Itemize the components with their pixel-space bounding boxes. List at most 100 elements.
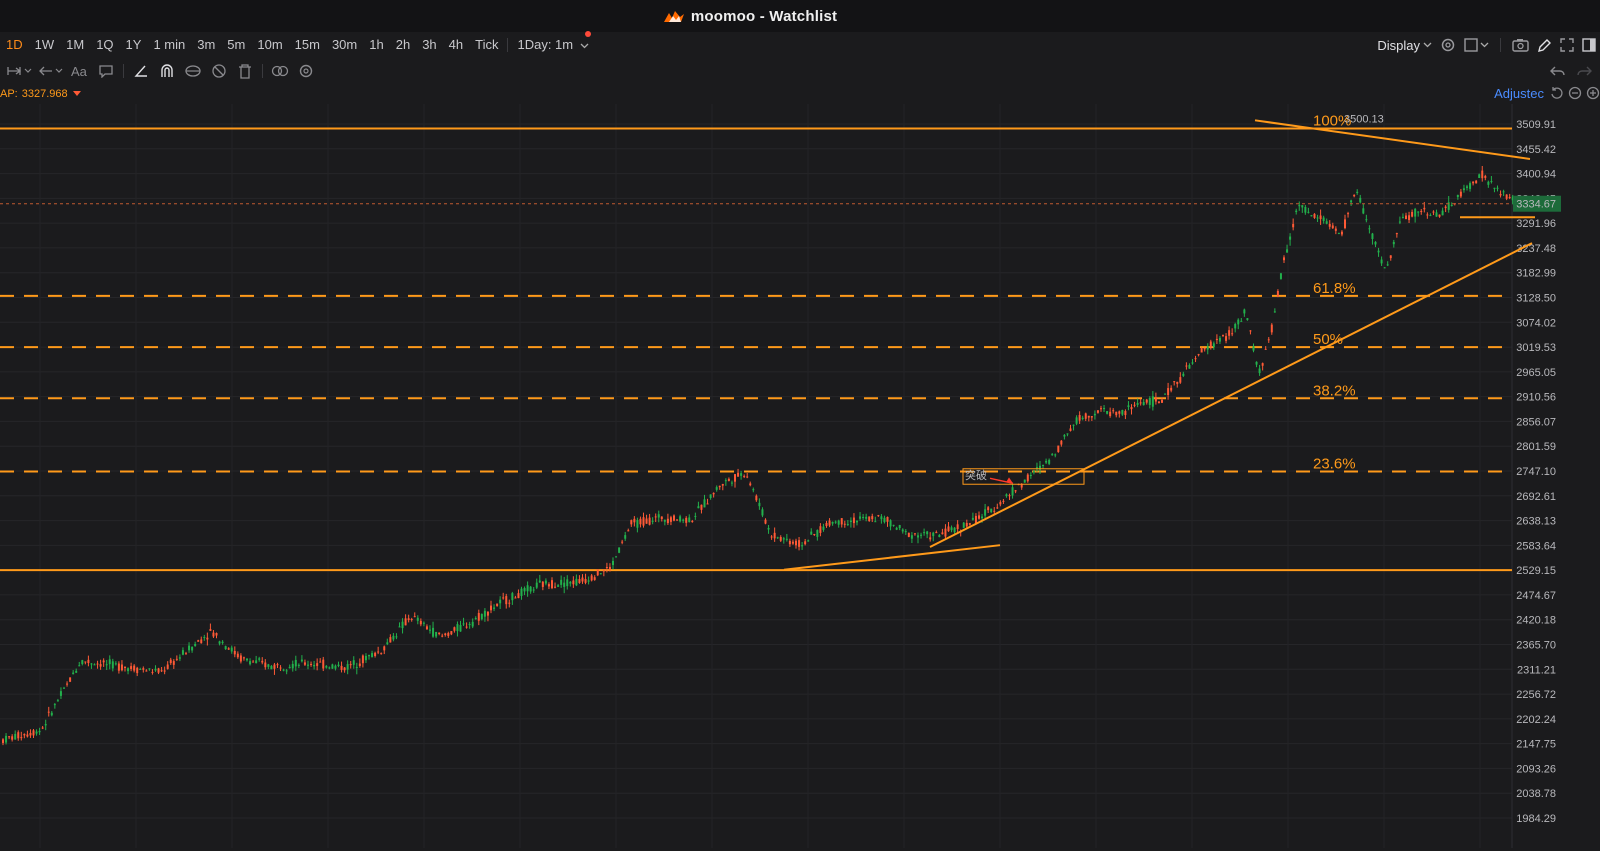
candle-body bbox=[438, 632, 441, 635]
timeframe-tab[interactable]: 30m bbox=[326, 34, 363, 56]
candle-body bbox=[1484, 175, 1487, 178]
candle-body bbox=[1148, 398, 1151, 405]
descending-resistance-line[interactable] bbox=[1254, 119, 1531, 160]
redo-icon[interactable] bbox=[1576, 65, 1592, 77]
zoom-in-icon[interactable] bbox=[1586, 86, 1600, 100]
timeframe-tab[interactable]: 3h bbox=[416, 34, 442, 56]
candle-body bbox=[584, 579, 587, 583]
timeframe-tab[interactable]: 1M bbox=[60, 34, 90, 56]
timeframe-tab[interactable]: 5m bbox=[221, 34, 251, 56]
candle-body bbox=[230, 647, 233, 652]
gear-icon[interactable] bbox=[1440, 37, 1456, 53]
candle-body bbox=[188, 645, 191, 651]
adjusted-toggle[interactable]: Adjustec bbox=[1494, 86, 1544, 101]
timeframe-tab[interactable]: 1Y bbox=[120, 34, 148, 56]
candle-body bbox=[1423, 207, 1426, 210]
candle-body bbox=[5, 735, 8, 743]
chart-canvas[interactable]: 3509.913455.423400.943346.453291.963237.… bbox=[0, 104, 1600, 848]
fib-level-label: 23.6% bbox=[1313, 456, 1356, 473]
arrow-back-icon[interactable] bbox=[36, 60, 66, 82]
candle-body bbox=[364, 655, 367, 661]
layout-select[interactable] bbox=[1464, 38, 1489, 52]
camera-icon[interactable] bbox=[1512, 38, 1529, 52]
lower-trendline[interactable] bbox=[783, 544, 1001, 571]
chart-control-icons bbox=[1550, 86, 1600, 100]
candle-body bbox=[1478, 174, 1481, 178]
candle-body bbox=[1340, 231, 1343, 235]
zoom-out-icon[interactable] bbox=[1568, 86, 1582, 100]
timeframe-tab[interactable]: 1h bbox=[363, 34, 389, 56]
candle-body bbox=[1328, 223, 1331, 227]
timeframe-tab[interactable]: 4h bbox=[443, 34, 469, 56]
candle-body bbox=[856, 520, 858, 523]
candle-body bbox=[1371, 233, 1374, 239]
eye-lock-icon[interactable] bbox=[181, 60, 205, 82]
timeframe-tab[interactable]: 1D bbox=[0, 34, 29, 56]
pencil-icon[interactable] bbox=[1537, 38, 1552, 53]
candle-body bbox=[740, 473, 743, 476]
rising-trendline[interactable] bbox=[929, 242, 1533, 548]
candle-body bbox=[84, 661, 87, 663]
display-menu[interactable]: Display bbox=[1377, 38, 1432, 53]
candle-body bbox=[825, 522, 828, 527]
candle-body bbox=[852, 517, 855, 524]
candle-body bbox=[883, 517, 886, 523]
candle-body bbox=[917, 535, 919, 538]
candle-body bbox=[868, 516, 871, 522]
candle-body bbox=[163, 670, 166, 672]
candle-body bbox=[87, 659, 90, 664]
candle-body bbox=[142, 668, 145, 670]
candle-body bbox=[218, 641, 221, 644]
candle-body bbox=[1304, 207, 1307, 213]
compare-icon[interactable] bbox=[268, 60, 292, 82]
timeframe-tab[interactable]: 1Q bbox=[90, 34, 119, 56]
candle-body bbox=[532, 589, 535, 591]
comment-icon[interactable] bbox=[94, 60, 118, 82]
undo-icon[interactable] bbox=[1550, 65, 1566, 77]
candle-body bbox=[108, 659, 111, 665]
timeframe-tab[interactable]: 2h bbox=[390, 34, 416, 56]
candle-body bbox=[1368, 228, 1371, 230]
trash-icon[interactable] bbox=[233, 60, 257, 82]
candle-body bbox=[730, 482, 733, 484]
candle-body bbox=[105, 664, 108, 666]
candle-body bbox=[706, 503, 709, 505]
timeframe-tab[interactable]: 3m bbox=[191, 34, 221, 56]
angle-tool-icon[interactable] bbox=[129, 60, 153, 82]
candle-body bbox=[575, 578, 578, 586]
candle-body bbox=[1078, 415, 1081, 421]
candle-body bbox=[1441, 210, 1444, 216]
candle-body bbox=[1298, 205, 1301, 207]
candle-body bbox=[160, 670, 163, 672]
panel-toggle-icon[interactable] bbox=[1582, 38, 1596, 52]
candle-body bbox=[1225, 336, 1228, 341]
caret-down-icon[interactable] bbox=[72, 91, 81, 97]
interval-select[interactable]: 1Day: 1m bbox=[511, 31, 594, 56]
candle-body bbox=[1426, 214, 1429, 216]
candle-body bbox=[913, 533, 916, 535]
text-tool-icon[interactable]: Aa bbox=[68, 60, 92, 82]
candle-body bbox=[279, 667, 282, 669]
timeframe-tab[interactable]: 1 min bbox=[147, 34, 191, 56]
candle-body bbox=[1048, 459, 1051, 464]
indicator-label[interactable]: AP: bbox=[0, 88, 18, 100]
price-chart[interactable]: 3509.913455.423400.943346.453291.963237.… bbox=[0, 104, 1600, 848]
candle-body bbox=[1401, 216, 1404, 218]
indicator-bar: AP: 3327.968 bbox=[0, 84, 1600, 104]
magnet-icon[interactable] bbox=[155, 60, 179, 82]
candle-body bbox=[923, 532, 926, 534]
candle-body bbox=[1380, 259, 1383, 264]
candle-body bbox=[1100, 408, 1102, 410]
candle-body bbox=[1337, 232, 1340, 234]
timeframe-tab[interactable]: 1W bbox=[29, 34, 61, 56]
timeframe-tab[interactable]: 15m bbox=[289, 34, 326, 56]
timeframe-tab[interactable]: 10m bbox=[251, 34, 288, 56]
fullscreen-icon[interactable] bbox=[1560, 38, 1574, 52]
drawing-settings-icon[interactable] bbox=[294, 60, 318, 82]
crosshair-span-icon[interactable] bbox=[4, 60, 34, 82]
hide-drawings-icon[interactable] bbox=[207, 60, 231, 82]
reset-icon[interactable] bbox=[1550, 86, 1564, 100]
timeframe-tab[interactable]: Tick bbox=[469, 34, 504, 56]
candle-body bbox=[1209, 341, 1212, 348]
y-axis-tick-label: 2256.72 bbox=[1516, 689, 1556, 701]
